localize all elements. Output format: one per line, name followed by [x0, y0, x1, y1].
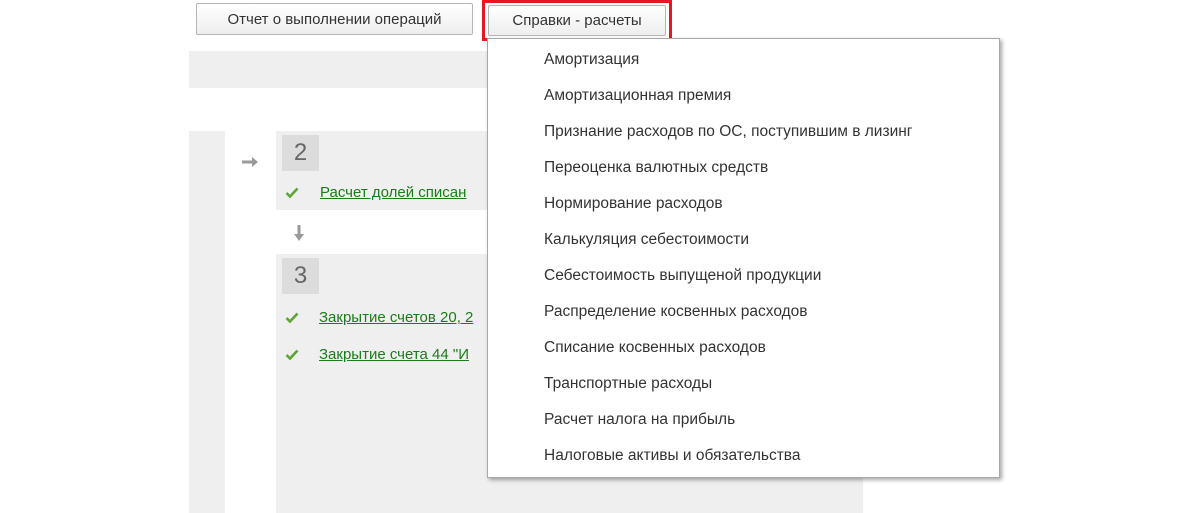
checkmark-icon	[285, 187, 299, 199]
step-number: 2	[282, 135, 319, 171]
menu-item-cost-calculation[interactable]: Калькуляция себестоимости	[544, 229, 749, 251]
checkmark-icon	[285, 312, 299, 324]
menu-item-expense-rationing[interactable]: Нормирование расходов	[544, 193, 723, 215]
menu-item-depreciation-bonus[interactable]: Амортизационная премия	[544, 85, 731, 107]
menu-item-income-tax[interactable]: Расчет налога на прибыль	[544, 409, 735, 431]
menu-item-indirect-writeoff[interactable]: Списание косвенных расходов	[544, 337, 766, 359]
step-number: 3	[282, 258, 319, 294]
menu-item-production-cost[interactable]: Себестоимость выпущеной продукции	[544, 265, 821, 287]
arrow-down-icon	[294, 225, 304, 241]
checkmark-icon	[285, 349, 299, 361]
task-link-close-accounts-20[interactable]: Закрытие счетов 20, 2	[319, 309, 490, 326]
task-link-close-account-44[interactable]: Закрытие счета 44 "И	[319, 346, 490, 363]
highlight-frame	[482, 0, 672, 41]
reports-dropdown-menu: Амортизация Амортизационная премия Призн…	[487, 38, 1000, 478]
header-band	[189, 51, 489, 88]
menu-item-transport-expenses[interactable]: Транспортные расходы	[544, 373, 712, 395]
menu-item-depreciation[interactable]: Амортизация	[544, 49, 639, 71]
arrow-column	[225, 131, 276, 513]
menu-item-currency-revaluation[interactable]: Переоценка валютных средств	[544, 157, 768, 179]
left-gutter	[189, 131, 225, 513]
arrow-right-icon	[242, 157, 258, 167]
menu-item-leasing-expenses[interactable]: Признание расходов по ОС, поступившим в …	[544, 121, 912, 143]
report-operations-button[interactable]: Отчет о выполнении операций	[196, 3, 473, 35]
menu-item-indirect-distribution[interactable]: Распределение косвенных расходов	[544, 301, 808, 323]
menu-item-tax-assets[interactable]: Налоговые активы и обязательства	[544, 445, 800, 467]
task-link-shares-writeoff[interactable]: Расчет долей списан	[320, 184, 490, 201]
